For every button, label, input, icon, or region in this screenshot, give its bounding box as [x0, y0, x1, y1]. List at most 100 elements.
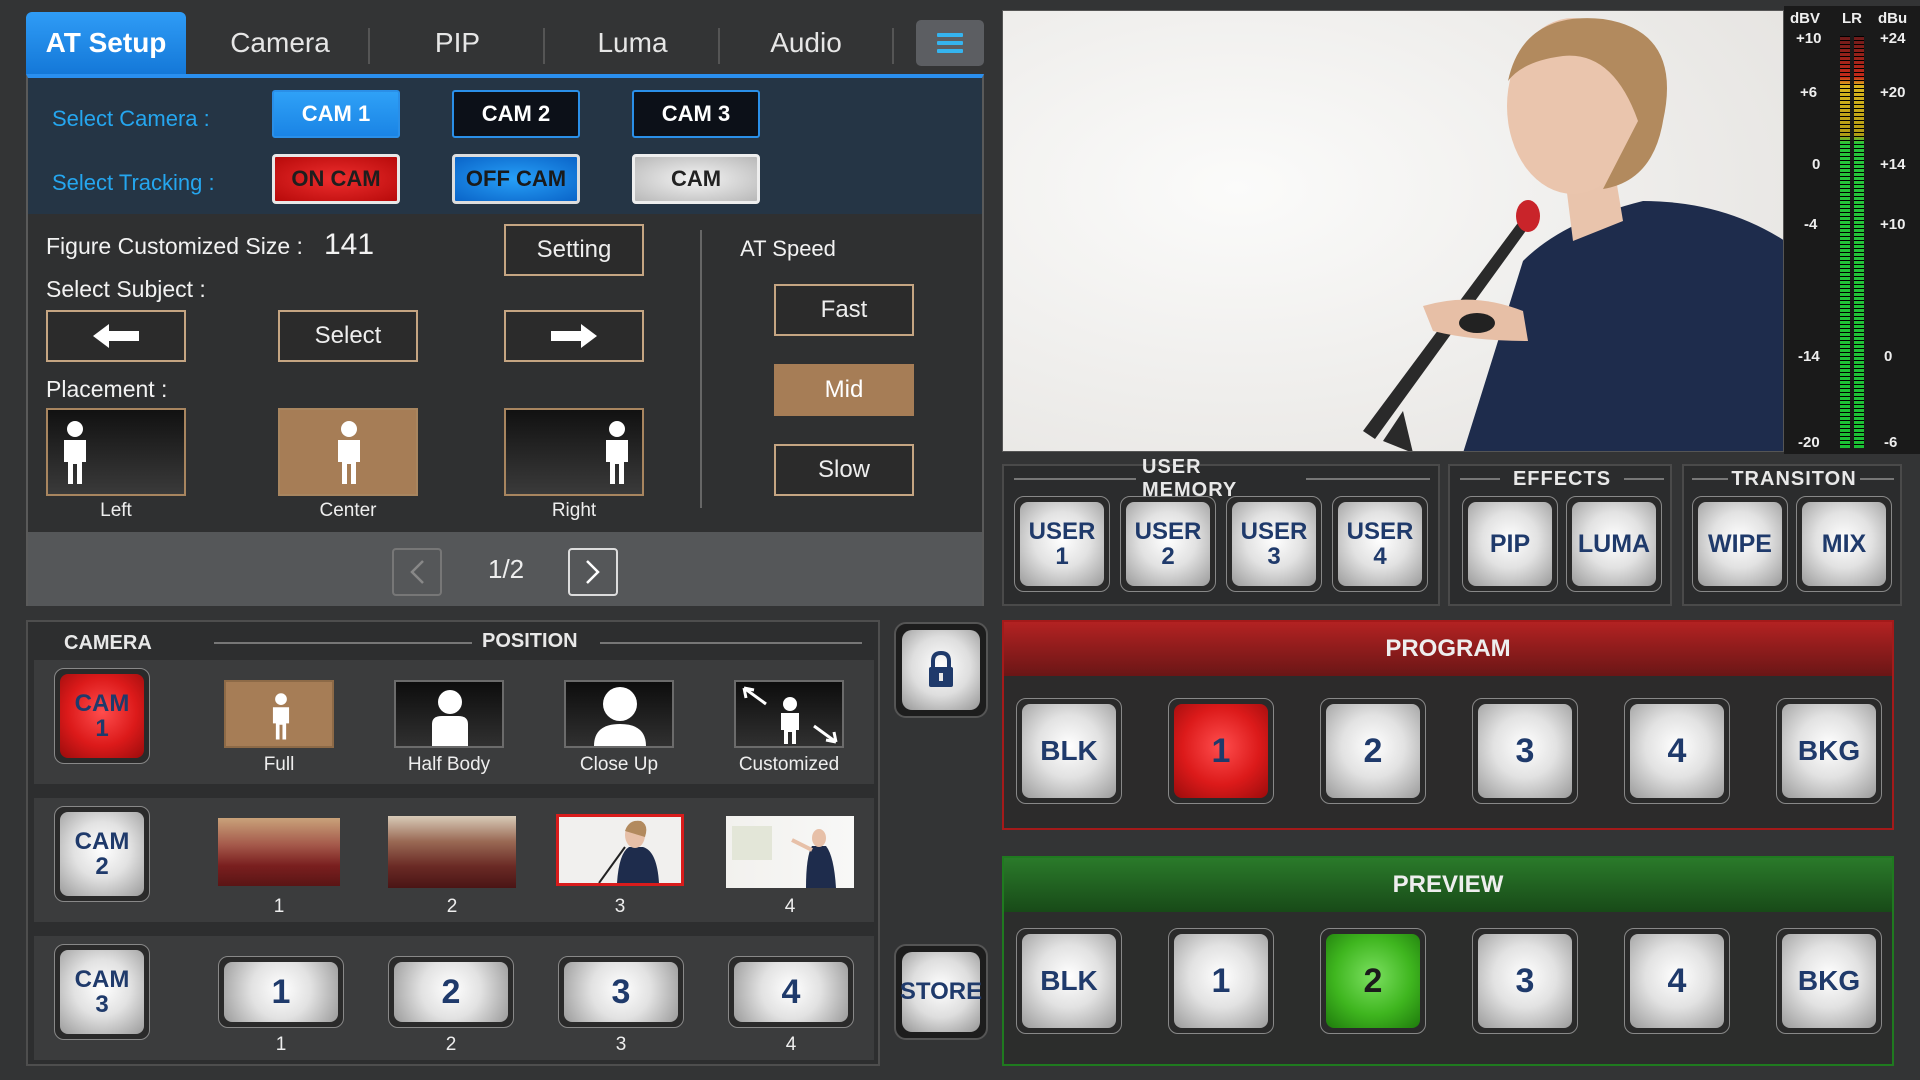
program-1-button[interactable]: 1 [1168, 698, 1274, 804]
placement-center-button[interactable] [278, 408, 418, 496]
cam-3-preset-2-button[interactable]: 2 [388, 956, 514, 1028]
user-1-button[interactable]: USER 1 [1014, 496, 1110, 592]
position-customized-button[interactable] [734, 680, 844, 748]
cam-2-row-button[interactable]: CAM 2 [54, 806, 150, 902]
person-icon [432, 690, 468, 746]
preset-2-thumbnail[interactable] [388, 816, 516, 888]
position-full-label: Full [263, 754, 295, 775]
header-line [214, 642, 472, 644]
cam-3-preset-3-button[interactable]: 3 [558, 956, 684, 1028]
position-close-up-button[interactable] [564, 680, 674, 748]
next-subject-button[interactable] [504, 310, 644, 362]
user-4-button[interactable]: USER 4 [1332, 496, 1428, 592]
effects-title: EFFECTS [1512, 467, 1612, 490]
next-page-button[interactable] [568, 548, 618, 596]
chevron-left-icon [410, 560, 424, 584]
cam-2-button[interactable]: CAM 2 [452, 90, 580, 138]
preview-2-button[interactable]: 2 [1320, 928, 1426, 1034]
speed-mid-button[interactable]: Mid [774, 364, 914, 416]
preview-bkg-button[interactable]: BKG [1776, 928, 1882, 1034]
select-subject-button[interactable]: Select [278, 310, 418, 362]
cam-3-preset-4-button[interactable]: 4 [728, 956, 854, 1028]
group-line [1014, 478, 1136, 480]
position-close-up-label: Close Up [579, 754, 659, 775]
meter-right-scale: +14 [1880, 156, 1906, 173]
audio-meter: dBV LR dBu +10 +6 0 -4 -14 -20 +24 +20 +… [1784, 6, 1920, 454]
tab-audio[interactable]: Audio [720, 12, 892, 74]
user-2-button[interactable]: USER 2 [1120, 496, 1216, 592]
program-title: PROGRAM [1004, 622, 1892, 676]
preview-3-button[interactable]: 3 [1472, 928, 1578, 1034]
select-subject-label: Select Subject : [46, 276, 206, 302]
lock-icon [929, 651, 953, 687]
speed-slow-button[interactable]: Slow [774, 444, 914, 496]
placement-left-button[interactable] [46, 408, 186, 496]
placement-right-button[interactable] [504, 408, 644, 496]
tab-camera[interactable]: Camera [190, 12, 370, 74]
preview-1-button[interactable]: 1 [1168, 928, 1274, 1034]
camera-position-panel: CAMERA POSITION CAM 1 Full Half Body Clo… [26, 620, 880, 1066]
position-half-body-button[interactable] [394, 680, 504, 748]
cam-1-button[interactable]: CAM 1 [272, 90, 400, 138]
effects-group: EFFECTS PIP LUMA [1448, 464, 1672, 606]
cam-3-row-button[interactable]: CAM 3 [54, 944, 150, 1040]
position-full-button[interactable] [224, 680, 334, 748]
program-blk-button[interactable]: BLK [1016, 698, 1122, 804]
speed-fast-button[interactable]: Fast [774, 284, 914, 336]
cam-1-position-row: CAM 1 Full Half Body Close Up Customized [34, 660, 874, 784]
store-button[interactable]: STORE [894, 944, 988, 1040]
off-cam-button[interactable]: OFF CAM [452, 154, 580, 204]
tab-at-setup[interactable]: AT Setup [26, 12, 186, 74]
tab-pip[interactable]: PIP [370, 12, 545, 74]
group-line [1306, 478, 1430, 480]
meter-left-scale: -4 [1804, 216, 1818, 233]
meter-left-scale: 0 [1812, 156, 1821, 173]
pip-effect-button[interactable]: PIP [1462, 496, 1558, 592]
wipe-transition-button[interactable]: WIPE [1692, 496, 1788, 592]
preset-2-label: 2 [446, 896, 458, 917]
arrow-left-icon [93, 324, 139, 348]
meter-dbu-header: dBu [1878, 10, 1908, 27]
meter-left-scale: -20 [1798, 434, 1820, 451]
cam-1-row-button[interactable]: CAM 1 [54, 668, 150, 764]
position-half-body-label: Half Body [407, 754, 491, 775]
figure-size-label: Figure Customized Size : [46, 233, 303, 259]
cam-3-button[interactable]: CAM 3 [632, 90, 760, 138]
program-4-button[interactable]: 4 [1624, 698, 1730, 804]
program-2-button[interactable]: 2 [1320, 698, 1426, 804]
on-cam-button[interactable]: ON CAM [272, 154, 400, 204]
luma-effect-button[interactable]: LUMA [1566, 496, 1662, 592]
menu-icon[interactable] [916, 20, 984, 66]
user-memory-title: USER MEMORY [1142, 456, 1238, 501]
tab-luma[interactable]: Luma [545, 12, 720, 74]
preset-3-thumbnail[interactable] [556, 814, 684, 886]
preset-4-thumbnail[interactable] [726, 816, 854, 888]
preview-blk-button[interactable]: BLK [1016, 928, 1122, 1034]
program-3-button[interactable]: 3 [1472, 698, 1578, 804]
meter-left-scale: +10 [1796, 30, 1822, 47]
cam-3-preset-1-button[interactable]: 1 [218, 956, 344, 1028]
program-bkg-button[interactable]: BKG [1776, 698, 1882, 804]
tab-divider [892, 28, 894, 64]
setting-button[interactable]: Setting [504, 224, 644, 276]
preset-1-label: 1 [273, 896, 285, 917]
meter-bar-right [1854, 36, 1864, 448]
figure-size-value: 141 [324, 228, 375, 261]
video-preview [1002, 10, 1784, 452]
meter-right-scale: +24 [1880, 30, 1906, 47]
user-3-button[interactable]: USER 3 [1226, 496, 1322, 592]
at-setup-panel: Select Camera : CAM 1 CAM 2 CAM 3 Select… [26, 74, 984, 606]
cam-3-preset-3-label: 3 [615, 1034, 627, 1055]
prev-subject-button[interactable] [46, 310, 186, 362]
preset-1-thumbnail[interactable] [218, 818, 340, 886]
presenter-thumbnail-image [732, 826, 836, 888]
prev-page-button[interactable] [392, 548, 442, 596]
meter-right-scale: -6 [1884, 434, 1898, 451]
person-icon [64, 421, 86, 484]
mix-transition-button[interactable]: MIX [1796, 496, 1892, 592]
preview-4-button[interactable]: 4 [1624, 928, 1730, 1034]
cam-tracking-button[interactable]: CAM [632, 154, 760, 204]
lock-button[interactable] [894, 622, 988, 718]
meter-dbv-header: dBV [1790, 10, 1820, 27]
at-speed-label: AT Speed [740, 236, 836, 261]
